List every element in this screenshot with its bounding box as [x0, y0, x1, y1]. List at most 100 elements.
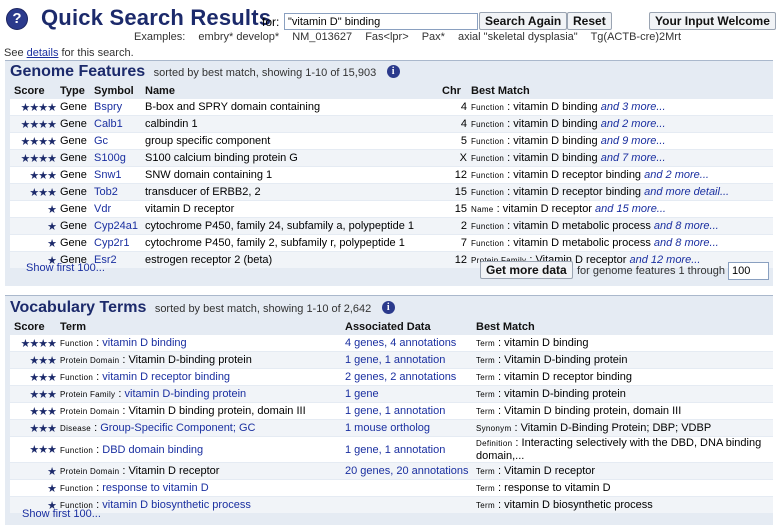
term-link[interactable]: vitamin D-binding protein: [125, 388, 247, 400]
term-link[interactable]: vitamin D binding: [102, 337, 186, 349]
table-row: ★ Function : response to vitamin D Term : …: [10, 479, 773, 497]
table-row: ★★★★ Gene Gc group specific component 5 Funct…: [10, 132, 773, 150]
type-cell: Gene: [56, 183, 90, 201]
more-link[interactable]: and 2 more...: [644, 169, 709, 181]
symbol-cell: Snw1: [90, 166, 141, 184]
your-input-welcome-button[interactable]: Your Input Welcome: [649, 12, 776, 30]
associated-data-cell: 1 gene: [341, 385, 472, 403]
more-link[interactable]: and 3 more...: [601, 101, 666, 113]
chr-cell: 12: [438, 251, 467, 269]
match-text: vitamin D binding: [504, 337, 589, 349]
symbol-link[interactable]: S100g: [94, 152, 126, 164]
col-score: Score: [14, 321, 45, 333]
term-link[interactable]: response to vitamin D: [102, 482, 208, 494]
match-type: Definition: [476, 439, 513, 448]
associated-data-link[interactable]: 1 mouse ortholog: [345, 422, 430, 434]
term-type: Disease: [60, 424, 92, 433]
associated-data-link[interactable]: 20 genes, 20 annotations: [345, 465, 469, 477]
vocab-show-first-link[interactable]: Show first 100...: [22, 508, 101, 520]
associated-data-cell: 1 gene, 1 annotation: [341, 351, 472, 369]
term-link[interactable]: vitamin D receptor binding: [102, 371, 230, 383]
best-match-cell: Function : vitamin D metabolic process a…: [467, 217, 773, 235]
associated-data-link[interactable]: 1 gene, 1 annotation: [345, 354, 445, 366]
more-link[interactable]: and 8 more...: [654, 237, 719, 249]
get-more-data-button[interactable]: Get more data: [480, 261, 573, 279]
associated-data-link[interactable]: 1 gene: [345, 388, 379, 400]
table-row: ★★★ Disease : Group-Specific Component; G…: [10, 419, 773, 437]
genome-show-first-link[interactable]: Show first 100...: [26, 262, 105, 274]
match-text: response to vitamin D: [504, 482, 611, 494]
section-title: Vocabulary Terms: [10, 299, 147, 316]
table-row: ★ Function : vitamin D biosynthetic proce…: [10, 496, 773, 514]
table-row: ★★★★ Gene S100g S100 calcium binding protei…: [10, 149, 773, 167]
more-link[interactable]: and 2 more...: [601, 118, 666, 130]
details-link[interactable]: details: [27, 47, 59, 59]
match-text: vitamin D-binding protein: [504, 388, 626, 400]
best-match-cell: Term : vitamin D receptor binding: [472, 368, 773, 386]
associated-data-link[interactable]: 4 genes, 4 annotations: [345, 337, 456, 349]
more-link[interactable]: and 15 more...: [595, 203, 666, 215]
help-icon[interactable]: ?: [6, 8, 28, 30]
match-type: Term: [476, 373, 495, 382]
more-link[interactable]: and 8 more...: [654, 220, 719, 232]
symbol-link[interactable]: Cyp2r1: [94, 237, 129, 249]
table-row: ★ Gene Cyp24a1 cytochrome P450, family 24, …: [10, 217, 773, 235]
col-best-match: Best Match: [476, 321, 535, 333]
table-row: ★★★★ Gene Bspry B-box and SPRY domain conta…: [10, 99, 773, 116]
symbol-link[interactable]: Snw1: [94, 169, 122, 181]
score-stars: ★★★★: [10, 99, 56, 116]
example-item: axial "skeletal dysplasia": [458, 31, 578, 43]
match-type: Term: [476, 339, 495, 348]
score-stars: ★: [10, 200, 56, 218]
term-cell: Disease : Group-Specific Component; GC: [56, 419, 341, 437]
symbol-cell: Gc: [90, 132, 141, 150]
table-row: ★★★★ Function : vitamin D binding 4 genes,…: [10, 335, 773, 352]
term-text: Vitamin D receptor: [128, 465, 220, 477]
associated-data-link[interactable]: 1 gene, 1 annotation: [345, 444, 445, 456]
score-stars: ★★★: [10, 351, 56, 369]
best-match-cell: Definition : Interacting selectively wit…: [472, 436, 773, 463]
associated-data-cell: 1 gene, 1 annotation: [341, 402, 472, 420]
col-chr: Chr: [442, 85, 461, 97]
associated-data-link[interactable]: 1 gene, 1 annotation: [345, 405, 445, 417]
example-item: Tg(ACTB-cre)2Mrt: [590, 31, 682, 43]
search-input[interactable]: [284, 13, 478, 30]
associated-data-link[interactable]: 2 genes, 2 annotations: [345, 371, 456, 383]
search-details-note: See details for this search.: [4, 47, 134, 59]
name-cell: cytochrome P450, family 24, subfamily a,…: [141, 217, 438, 235]
best-match-cell: Term : response to vitamin D: [472, 479, 773, 497]
table-row: ★ Protein Domain : Vitamin D receptor 20 g…: [10, 462, 773, 480]
symbol-link[interactable]: Tob2: [94, 186, 118, 198]
symbol-cell: S100g: [90, 149, 141, 167]
search-again-button[interactable]: Search Again: [479, 12, 568, 30]
term-link[interactable]: Group-Specific Component; GC: [100, 422, 255, 434]
col-type: Type: [60, 85, 85, 97]
info-icon[interactable]: i: [386, 65, 400, 78]
more-link[interactable]: and 7 more...: [601, 152, 666, 164]
reset-button[interactable]: Reset: [567, 12, 612, 30]
name-cell: estrogen receptor 2 (beta): [141, 251, 438, 269]
chr-cell: 15: [438, 200, 467, 218]
term-link[interactable]: vitamin D biosynthetic process: [102, 499, 251, 511]
symbol-link[interactable]: Bspry: [94, 101, 122, 113]
term-type: Protein Domain: [60, 467, 120, 476]
match-type: Term: [476, 484, 495, 493]
symbol-link[interactable]: Vdr: [94, 203, 111, 215]
symbol-link[interactable]: Calb1: [94, 118, 123, 130]
type-cell: Gene: [56, 200, 90, 218]
term-link[interactable]: DBD domain binding: [102, 444, 203, 456]
match-type: Synonym: [476, 424, 512, 433]
more-link[interactable]: and 9 more...: [601, 135, 666, 147]
chr-cell: 4: [438, 99, 467, 116]
through-input[interactable]: [728, 262, 769, 280]
match-text: vitamin D receptor: [502, 203, 592, 215]
table-row: ★★★ Gene Tob2 transducer of ERBB2, 2 15 Funct…: [10, 183, 773, 201]
info-icon[interactable]: i: [381, 301, 395, 314]
associated-data-cell: 1 gene, 1 annotation: [341, 436, 472, 463]
term-type: Protein Domain: [60, 356, 120, 365]
type-cell: Gene: [56, 115, 90, 133]
chr-cell: 2: [438, 217, 467, 235]
symbol-link[interactable]: Gc: [94, 135, 108, 147]
more-link[interactable]: and more detail...: [644, 186, 729, 198]
symbol-link[interactable]: Cyp24a1: [94, 220, 138, 232]
